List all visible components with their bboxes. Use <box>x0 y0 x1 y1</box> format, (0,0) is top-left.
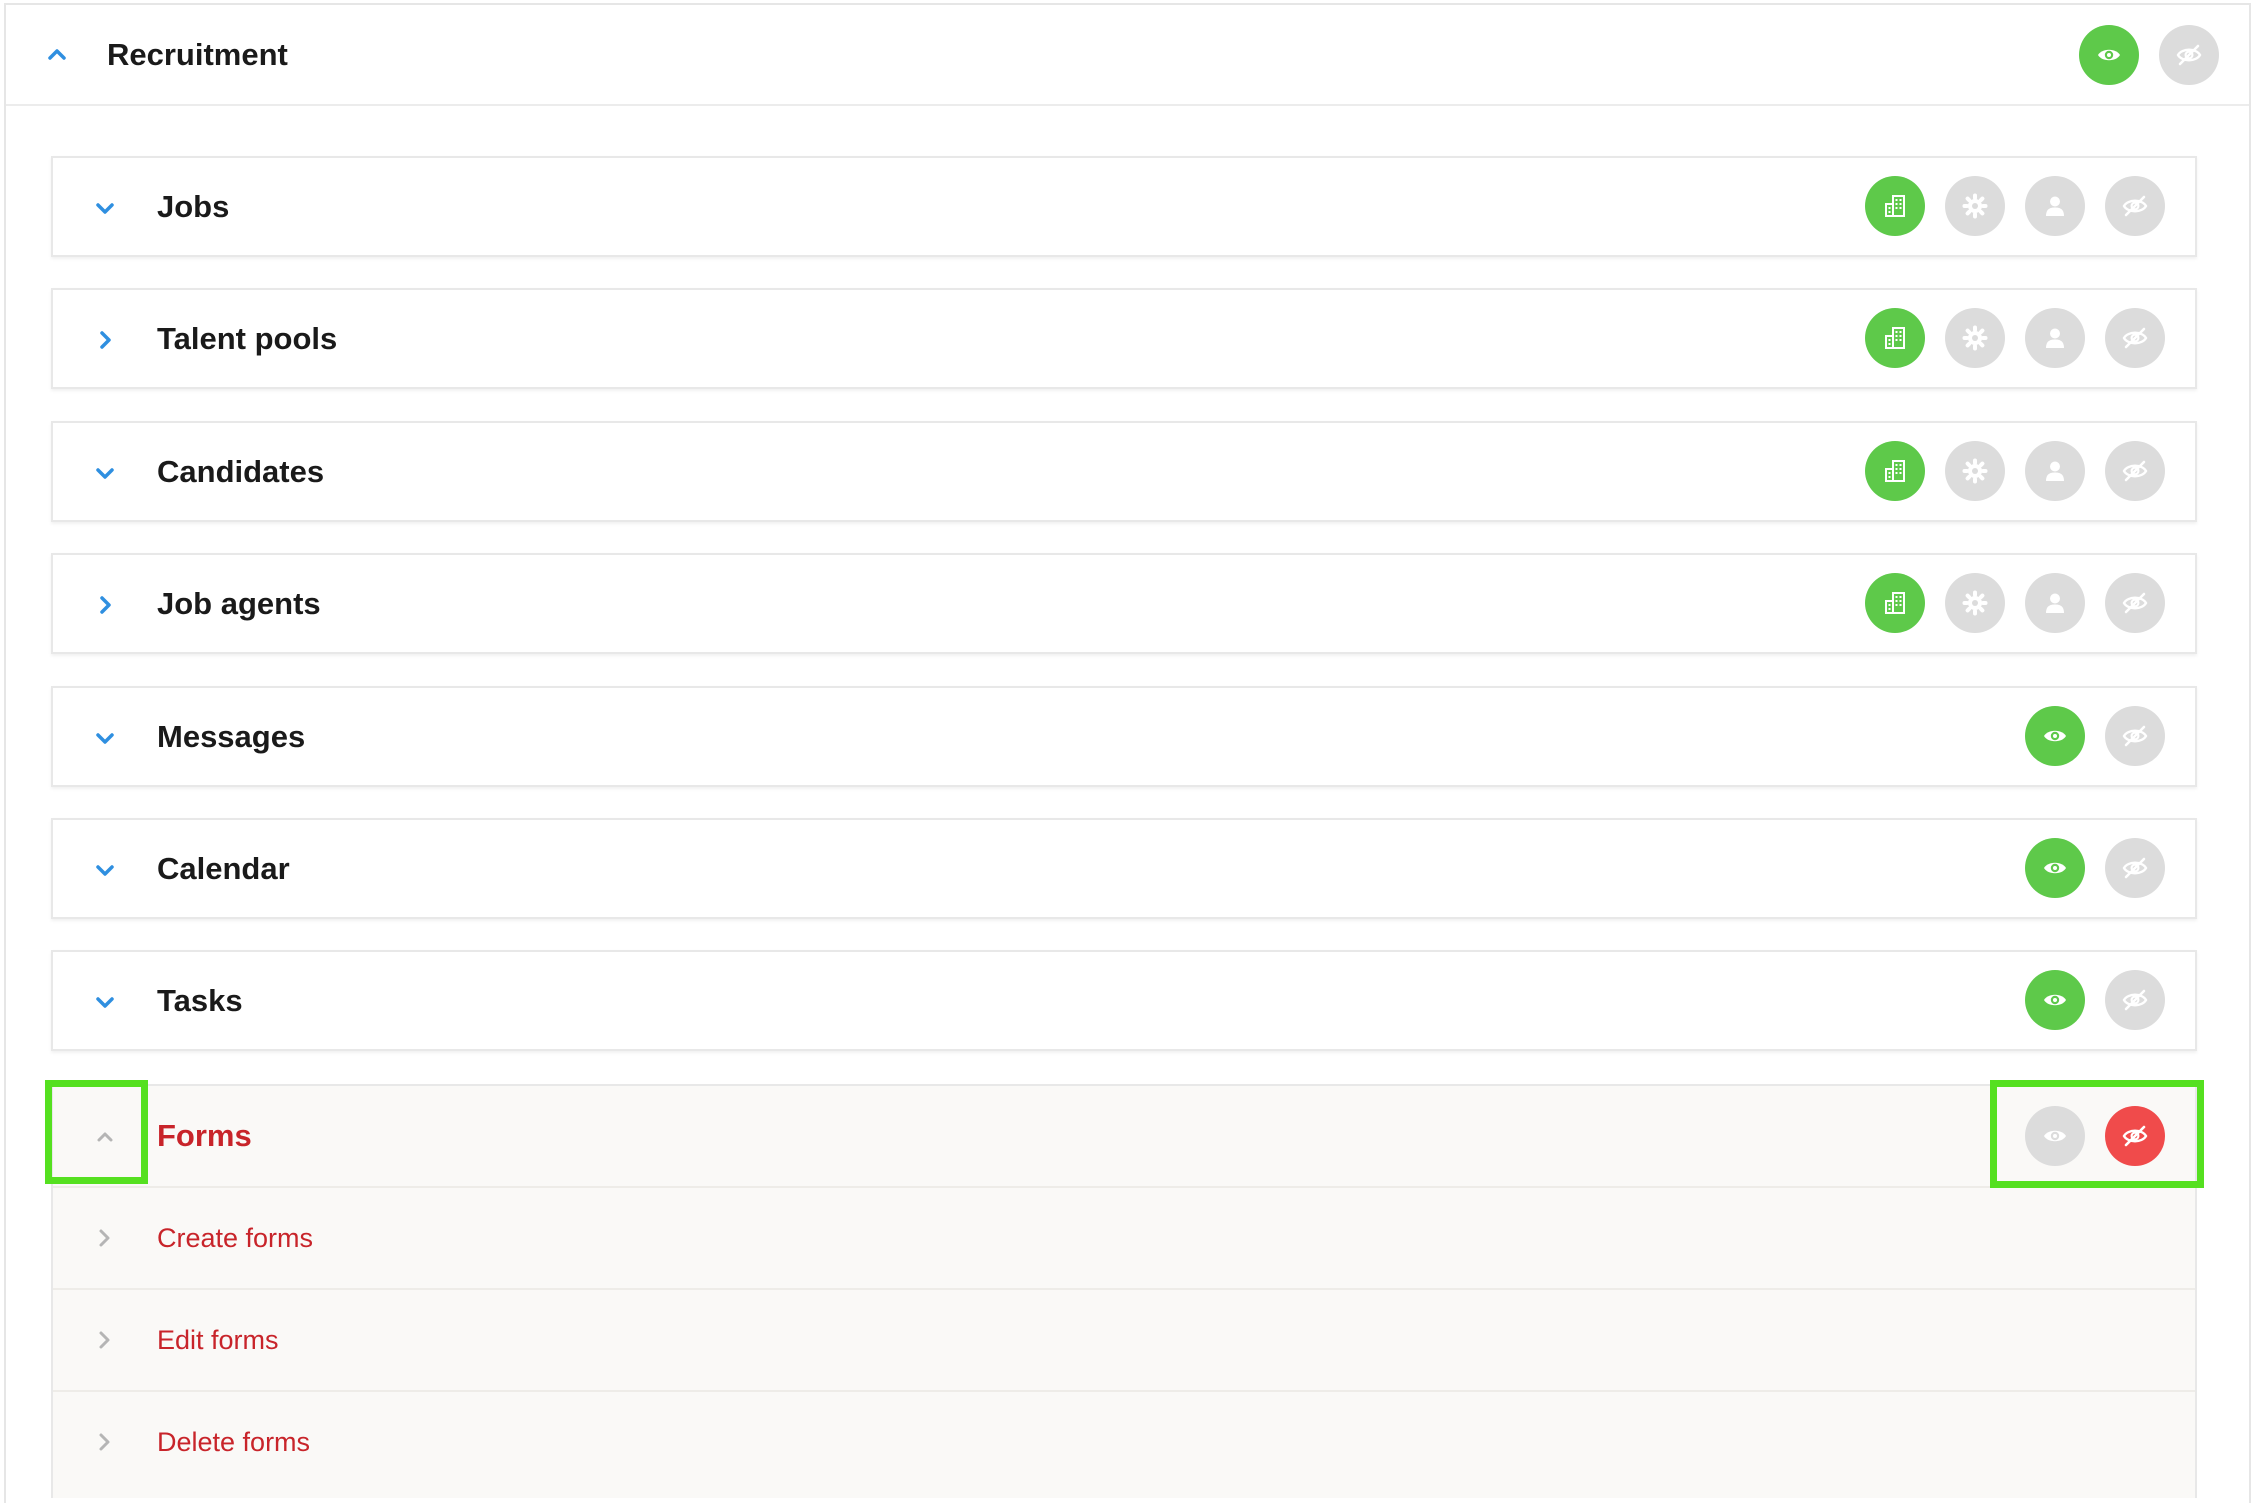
chevron-right-icon[interactable] <box>90 590 120 620</box>
chevron-down-icon[interactable] <box>90 987 120 1017</box>
module-row-candidates[interactable]: Candidates <box>51 421 2197 522</box>
forms-module: Forms Create forms Edit forms Delete for… <box>51 1084 2197 1498</box>
person-icon[interactable] <box>2025 441 2085 501</box>
module-label: Messages <box>157 719 306 754</box>
module-actions <box>1865 573 2165 633</box>
forms-actions <box>2025 1106 2165 1166</box>
recruitment-header[interactable]: Recruitment <box>6 5 2249 106</box>
building-icon[interactable] <box>1865 308 1925 368</box>
forms-label: Forms <box>157 1118 252 1153</box>
module-label: Tasks <box>157 983 243 1018</box>
eye-off-icon[interactable] <box>2105 1106 2165 1166</box>
module-label: Calendar <box>157 851 290 886</box>
forms-subitem-edit[interactable]: Edit forms <box>53 1290 2195 1392</box>
eye-off-icon[interactable] <box>2105 573 2165 633</box>
chevron-up-icon[interactable] <box>42 39 72 69</box>
eye-icon[interactable] <box>2025 838 2085 898</box>
person-icon[interactable] <box>2025 308 2085 368</box>
module-actions <box>1865 308 2165 368</box>
chevron-down-icon[interactable] <box>90 193 120 223</box>
section-title: Recruitment <box>107 37 288 72</box>
module-label: Jobs <box>157 189 230 224</box>
person-icon[interactable] <box>2025 176 2085 236</box>
eye-off-icon[interactable] <box>2105 441 2165 501</box>
forms-subitem-label: Edit forms <box>157 1325 279 1355</box>
eye-icon[interactable] <box>2025 706 2085 766</box>
module-label: Job agents <box>157 586 321 621</box>
module-row-talent-pools[interactable]: Talent pools <box>51 288 2197 389</box>
gear-icon[interactable] <box>1945 441 2005 501</box>
module-label: Talent pools <box>157 321 338 356</box>
eye-off-icon[interactable] <box>2105 838 2165 898</box>
chevron-right-icon <box>93 1327 117 1353</box>
building-icon[interactable] <box>1865 176 1925 236</box>
chevron-right-icon <box>93 1225 117 1251</box>
module-actions <box>2025 838 2165 898</box>
eye-icon[interactable] <box>2079 25 2139 85</box>
gear-icon[interactable] <box>1945 308 2005 368</box>
person-icon[interactable] <box>2025 573 2085 633</box>
chevron-down-icon[interactable] <box>90 458 120 488</box>
eye-off-icon[interactable] <box>2105 176 2165 236</box>
module-row-messages[interactable]: Messages <box>51 686 2197 787</box>
forms-subitem-label: Create forms <box>157 1223 314 1253</box>
gear-icon[interactable] <box>1945 176 2005 236</box>
module-actions <box>1865 441 2165 501</box>
chevron-down-icon[interactable] <box>90 723 120 753</box>
forms-subitem-create[interactable]: Create forms <box>53 1188 2195 1290</box>
forms-subitem-label: Delete forms <box>157 1427 311 1457</box>
eye-off-icon[interactable] <box>2159 25 2219 85</box>
chevron-right-icon[interactable] <box>90 325 120 355</box>
module-row-calendar[interactable]: Calendar <box>51 818 2197 919</box>
forms-subitem-delete[interactable]: Delete forms <box>53 1392 2195 1494</box>
building-icon[interactable] <box>1865 573 1925 633</box>
eye-off-icon[interactable] <box>2105 970 2165 1030</box>
building-icon[interactable] <box>1865 441 1925 501</box>
forms-header[interactable]: Forms <box>53 1086 2195 1188</box>
module-row-job-agents[interactable]: Job agents <box>51 553 2197 654</box>
module-actions <box>2025 706 2165 766</box>
module-row-tasks[interactable]: Tasks <box>51 950 2197 1051</box>
eye-icon[interactable] <box>2025 1106 2085 1166</box>
module-row-jobs[interactable]: Jobs <box>51 156 2197 257</box>
module-actions <box>1865 176 2165 236</box>
module-label: Candidates <box>157 454 325 489</box>
module-actions <box>2025 970 2165 1030</box>
section-actions <box>2079 25 2219 85</box>
gear-icon[interactable] <box>1945 573 2005 633</box>
eye-off-icon[interactable] <box>2105 706 2165 766</box>
chevron-down-icon[interactable] <box>90 855 120 885</box>
chevron-right-icon <box>93 1429 117 1455</box>
eye-off-icon[interactable] <box>2105 308 2165 368</box>
chevron-up-icon[interactable] <box>90 1122 120 1152</box>
eye-icon[interactable] <box>2025 970 2085 1030</box>
